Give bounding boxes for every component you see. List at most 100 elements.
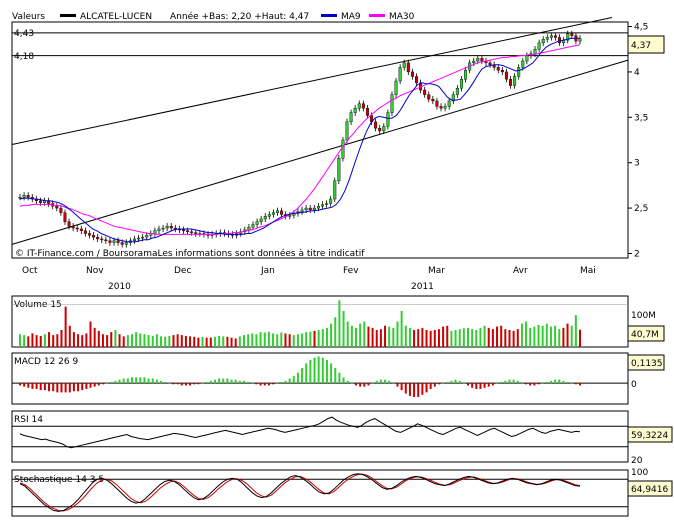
macd-bar — [338, 372, 341, 384]
stoch-axis-label: 100 — [631, 468, 648, 478]
macd-bar — [43, 383, 46, 391]
volume-bar — [346, 321, 349, 347]
price-legend-swatch — [60, 14, 76, 17]
ref-line-label-low: 4,18 — [14, 52, 34, 62]
macd-bar — [189, 383, 192, 386]
ref-line-label-high: 4,43 — [14, 29, 34, 39]
macd-bar — [375, 380, 378, 384]
volume-bar — [325, 327, 328, 347]
macd-bar — [574, 383, 577, 385]
macd-bar — [570, 383, 573, 384]
range-text: Année +Bas: 2,20 +Haut: 4,47 — [170, 11, 309, 22]
candle-body — [427, 94, 431, 100]
candle-body — [570, 33, 574, 36]
candle-body — [357, 103, 361, 109]
macd-bar — [160, 380, 163, 384]
macd-bar — [251, 383, 254, 384]
volume-bar — [574, 315, 577, 347]
candle-body — [96, 236, 100, 240]
macd-bar — [151, 378, 154, 384]
macd-bar — [197, 383, 200, 385]
macd-bar — [68, 383, 71, 393]
macd-bar — [491, 383, 494, 386]
macd-bar — [321, 357, 324, 384]
macd-bar — [39, 383, 42, 391]
macd-bar — [60, 383, 63, 393]
macd-bar — [437, 383, 440, 385]
candle-body — [410, 71, 414, 77]
macd-bar — [230, 379, 233, 384]
volume-bar — [296, 334, 299, 347]
candle-body — [112, 240, 116, 243]
volume-bar — [579, 329, 581, 347]
volume-bar — [230, 337, 233, 347]
macd-bar — [516, 380, 519, 384]
volume-bar — [31, 333, 34, 347]
candle-body — [141, 236, 145, 239]
candle-body — [116, 240, 120, 243]
macd-bar — [396, 383, 399, 387]
month-label-avr: Avr — [513, 266, 528, 276]
volume-bar — [317, 330, 320, 347]
macd-bar — [218, 378, 221, 384]
candle-body — [288, 215, 292, 217]
volume-bar — [533, 326, 536, 347]
macd-bar — [475, 383, 478, 389]
macd-bar — [458, 380, 461, 384]
macd-bar — [284, 380, 287, 384]
candle-body — [541, 39, 545, 44]
last-price-value: 4,37 — [631, 41, 651, 51]
volume-bar — [72, 332, 75, 347]
macd-bar — [450, 380, 453, 384]
candle-body — [394, 80, 398, 95]
volume-bar — [126, 335, 129, 347]
volume-bar — [433, 330, 436, 347]
volume-axis-label: 100M — [631, 311, 656, 321]
macd-bar — [305, 363, 308, 384]
candle-body — [439, 106, 443, 109]
candle-body — [406, 62, 410, 73]
candle-body — [464, 69, 468, 80]
candle-body — [353, 108, 357, 113]
candle-body — [431, 98, 435, 102]
ma9-legend-swatch — [321, 14, 337, 17]
macd-axis-label: 0 — [631, 380, 637, 390]
candle-body — [63, 212, 67, 222]
month-label-oct: Oct — [22, 266, 38, 276]
candle-body — [59, 207, 63, 213]
candle-body — [414, 76, 418, 84]
candle-body — [108, 240, 112, 243]
month-label-mai: Mai — [580, 266, 596, 276]
volume-bar — [48, 332, 51, 347]
month-label-fev: Fev — [343, 266, 359, 276]
volume-bar — [512, 330, 515, 347]
macd-bar — [363, 383, 366, 387]
macd-bar — [558, 379, 561, 384]
macd-bar — [545, 381, 548, 384]
macd-bar — [85, 383, 88, 389]
macd-bar — [272, 383, 275, 385]
macd-bar — [280, 381, 283, 384]
price-tick-label: 4,5 — [634, 23, 648, 33]
volume-bar — [110, 332, 113, 347]
candle-body — [304, 207, 308, 211]
stoch-last-value: 64,9416 — [631, 485, 668, 495]
candle-body — [132, 238, 136, 241]
volume-bar — [408, 327, 411, 347]
volume-bar — [139, 333, 142, 347]
month-label-nov: Nov — [86, 266, 104, 276]
volume-bar — [77, 334, 80, 347]
volume-bar — [483, 325, 486, 347]
volume-bar — [367, 326, 370, 347]
candle-body — [537, 42, 541, 50]
volume-bar — [226, 336, 229, 347]
volume-bar — [193, 336, 196, 347]
macd-bar — [139, 377, 142, 384]
volume-bar — [359, 323, 362, 347]
volume-bar — [309, 331, 312, 347]
volume-bar — [243, 335, 245, 347]
volume-bar — [213, 336, 216, 347]
month-label-jan: Jan — [260, 266, 275, 276]
rsi-title: RSI 14 — [14, 415, 43, 425]
volume-bar — [487, 327, 490, 347]
